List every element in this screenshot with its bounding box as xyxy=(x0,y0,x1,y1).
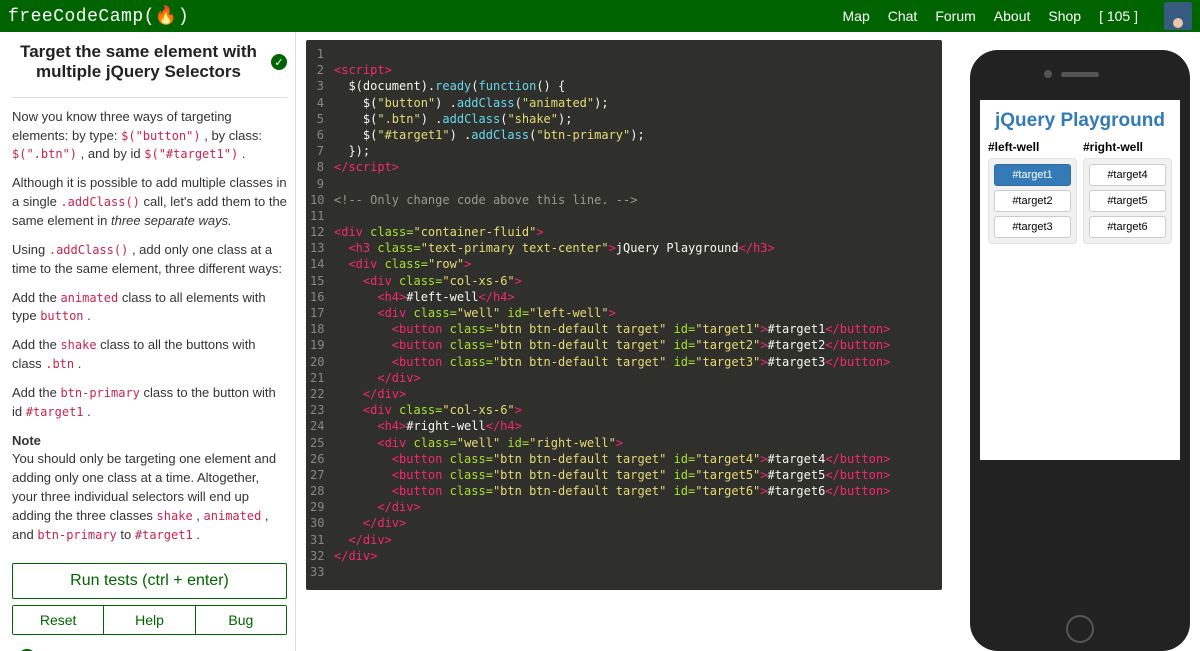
code-line[interactable]: 20 <button class="btn btn-default target… xyxy=(310,354,932,370)
code-line[interactable]: 16 <h4>#left-well</h4> xyxy=(310,289,932,305)
nav-chat[interactable]: Chat xyxy=(888,8,918,24)
phone-speaker-icon xyxy=(1061,72,1099,77)
brand-logo[interactable]: freeCodeCamp(🔥) xyxy=(8,5,189,27)
help-button[interactable]: Help xyxy=(103,606,194,634)
target1-button[interactable]: #target1 xyxy=(994,164,1071,186)
code-line[interactable]: 22 </div> xyxy=(310,386,932,402)
phone-camera-icon xyxy=(1044,70,1052,78)
nav-shop[interactable]: Shop xyxy=(1048,8,1081,24)
code-line[interactable]: 33 xyxy=(310,564,932,580)
code-line[interactable]: 18 <button class="btn btn-default target… xyxy=(310,321,932,337)
left-well: #target1 #target2 #target3 xyxy=(988,158,1077,244)
code-line[interactable]: 1 xyxy=(310,46,932,62)
preview-title: jQuery Playground xyxy=(988,110,1172,132)
bug-button[interactable]: Bug xyxy=(195,606,286,634)
code-line[interactable]: 32</div> xyxy=(310,548,932,564)
code-line[interactable]: 6 $("#target1") .addClass("btn-primary")… xyxy=(310,127,932,143)
left-well-label: #left-well xyxy=(988,140,1077,154)
editor-panel: 12<script>3 $(document).ready(function()… xyxy=(296,32,952,651)
right-well: #target4 #target5 #target6 xyxy=(1083,158,1172,244)
code-line[interactable]: 30 </div> xyxy=(310,515,932,531)
code-line[interactable]: 31 </div> xyxy=(310,532,932,548)
code-line[interactable]: 2<script> xyxy=(310,62,932,78)
code-line[interactable]: 4 $("button") .addClass("animated"); xyxy=(310,95,932,111)
target5-button[interactable]: #target5 xyxy=(1089,190,1166,212)
code-line[interactable]: 13 <h3 class="text-primary text-center">… xyxy=(310,240,932,256)
code-line[interactable]: 19 <button class="btn btn-default target… xyxy=(310,337,932,353)
target3-button[interactable]: #target3 xyxy=(994,216,1071,238)
code-line[interactable]: 17 <div class="well" id="left-well"> xyxy=(310,305,932,321)
instructions-text: Now you know three ways of targeting ele… xyxy=(12,108,287,545)
code-line[interactable]: 11 xyxy=(310,208,932,224)
divider xyxy=(12,97,287,98)
code-line[interactable]: 21 </div> xyxy=(310,370,932,386)
instructions-panel[interactable]: Target the same element with multiple jQ… xyxy=(0,32,296,651)
code-line[interactable]: 5 $(".btn") .addClass("shake"); xyxy=(310,111,932,127)
code-line[interactable]: 26 <button class="btn btn-default target… xyxy=(310,451,932,467)
lesson-title: Target the same element with multiple jQ… xyxy=(12,42,265,83)
code-line[interactable]: 27 <button class="btn btn-default target… xyxy=(310,467,932,483)
top-nav: freeCodeCamp(🔥) Map Chat Forum About Sho… xyxy=(0,0,1200,32)
code-line[interactable]: 15 <div class="col-xs-6"> xyxy=(310,273,932,289)
reset-button[interactable]: Reset xyxy=(13,606,103,634)
run-tests-button[interactable]: Run tests (ctrl + enter) xyxy=(12,563,287,599)
preview-screen: jQuery Playground #left-well #target1 #t… xyxy=(980,100,1180,460)
phone-home-button-icon xyxy=(1066,615,1094,643)
preview-panel: jQuery Playground #left-well #target1 #t… xyxy=(952,32,1200,651)
code-line[interactable]: 7 }); xyxy=(310,143,932,159)
avatar[interactable] xyxy=(1164,2,1192,30)
target4-button[interactable]: #target4 xyxy=(1089,164,1166,186)
code-line[interactable]: 3 $(document).ready(function() { xyxy=(310,78,932,94)
code-line[interactable]: 9 xyxy=(310,176,932,192)
nav-map[interactable]: Map xyxy=(843,8,870,24)
code-line[interactable]: 8</script> xyxy=(310,159,932,175)
nav-links: Map Chat Forum About Shop [ 105 ] xyxy=(843,2,1192,30)
nav-points[interactable]: [ 105 ] xyxy=(1099,8,1138,24)
target6-button[interactable]: #target6 xyxy=(1089,216,1166,238)
code-line[interactable]: 28 <button class="btn btn-default target… xyxy=(310,483,932,499)
nav-about[interactable]: About xyxy=(994,8,1031,24)
code-line[interactable]: 12<div class="container-fluid"> xyxy=(310,224,932,240)
code-line[interactable]: 14 <div class="row"> xyxy=(310,256,932,272)
phone-frame: jQuery Playground #left-well #target1 #t… xyxy=(970,50,1190,651)
code-editor[interactable]: 12<script>3 $(document).ready(function()… xyxy=(306,40,942,590)
right-well-label: #right-well xyxy=(1083,140,1172,154)
check-icon: ✓ xyxy=(271,54,287,70)
code-line[interactable]: 24 <h4>#right-well</h4> xyxy=(310,418,932,434)
code-line[interactable]: 10<!-- Only change code above this line.… xyxy=(310,192,932,208)
target2-button[interactable]: #target2 xyxy=(994,190,1071,212)
code-line[interactable]: 23 <div class="col-xs-6"> xyxy=(310,402,932,418)
code-line[interactable]: 29 </div> xyxy=(310,499,932,515)
code-line[interactable]: 25 <div class="well" id="right-well"> xyxy=(310,435,932,451)
nav-forum[interactable]: Forum xyxy=(935,8,975,24)
